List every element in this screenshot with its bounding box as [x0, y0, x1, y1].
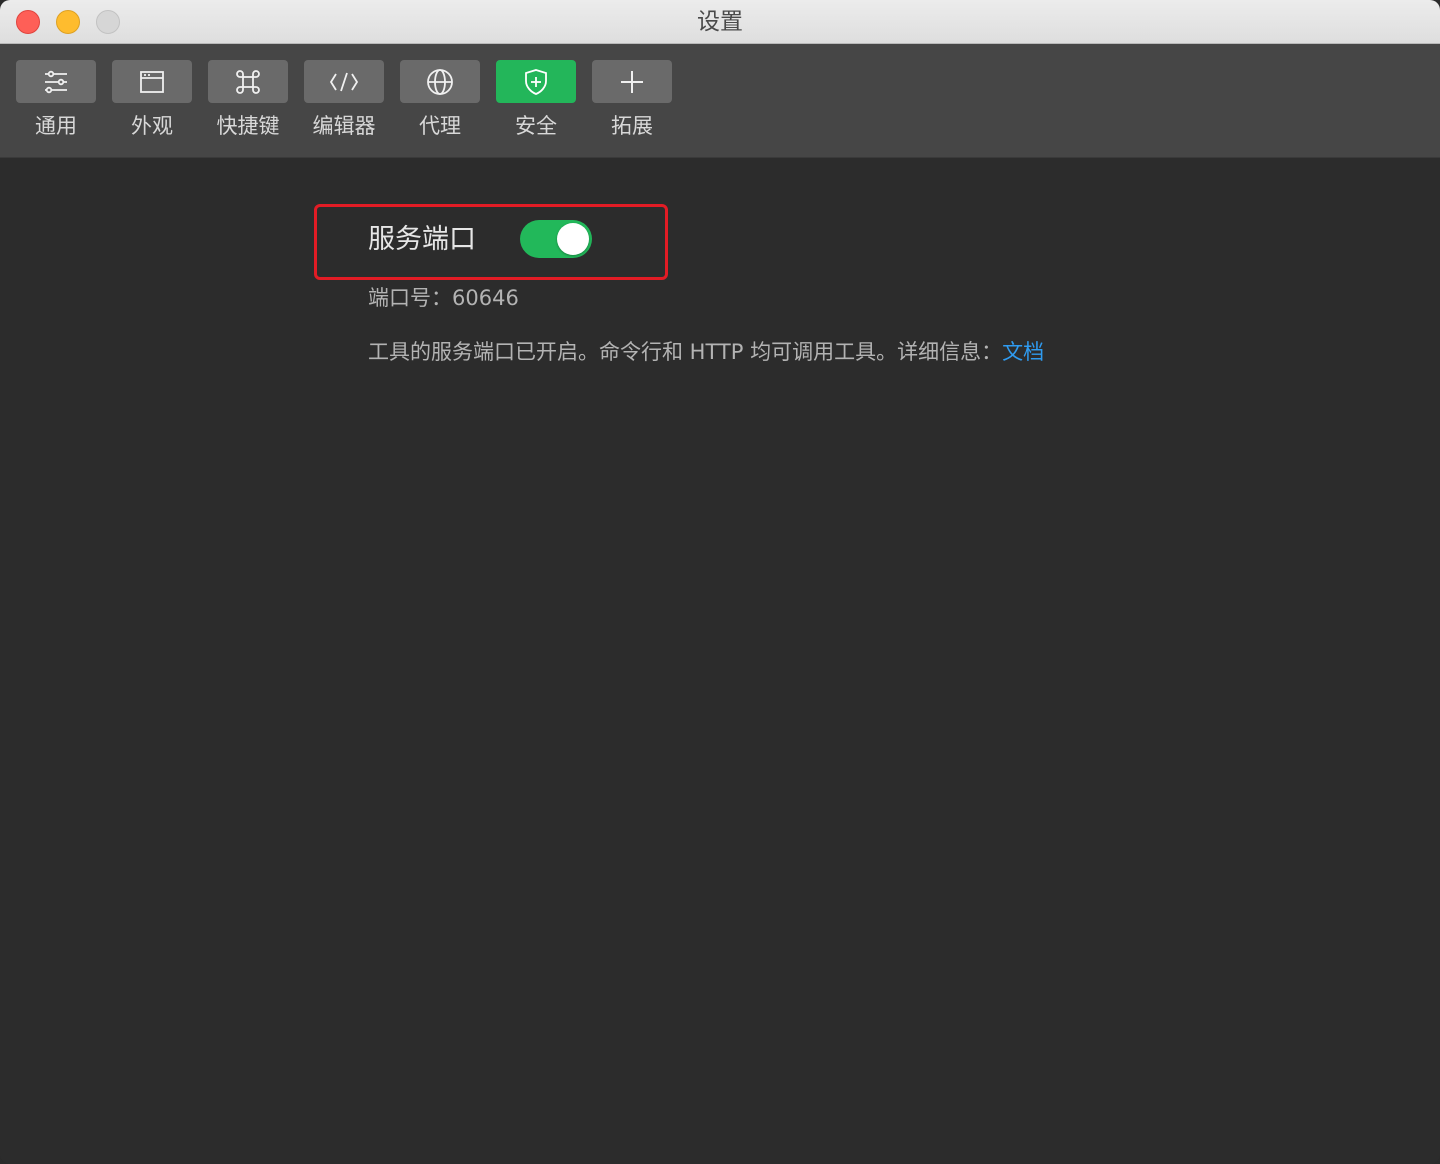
service-port-description: 工具的服务端口已开启。命令行和 HTTP 均可调用工具。详细信息：文档 — [368, 338, 1044, 366]
tab-shortcuts-button[interactable] — [208, 60, 288, 103]
tab-editor[interactable]: 编辑器 — [304, 60, 384, 150]
window-icon — [140, 70, 164, 93]
plus-icon — [621, 70, 643, 93]
tab-general-button[interactable] — [16, 60, 96, 103]
tab-appearance[interactable]: 外观 — [112, 60, 192, 150]
shield-plus-icon — [525, 68, 547, 95]
title-bar: 设置 — [0, 0, 1440, 44]
command-key-icon — [236, 69, 260, 94]
tab-editor-label: 编辑器 — [312, 114, 376, 138]
tab-general-label: 通用 — [35, 114, 77, 138]
tab-editor-button[interactable] — [304, 60, 384, 103]
description-text: 工具的服务端口已开启。命令行和 HTTP 均可调用工具。详细信息： — [368, 340, 1003, 364]
tab-security-button[interactable] — [496, 60, 576, 103]
tab-extensions-button[interactable] — [592, 60, 672, 103]
documentation-link[interactable]: 文档 — [1002, 340, 1044, 364]
tab-proxy-button[interactable] — [400, 60, 480, 103]
tab-extensions[interactable]: 拓展 — [592, 60, 672, 150]
tab-appearance-label: 外观 — [131, 114, 173, 138]
code-icon — [329, 72, 359, 91]
tab-proxy[interactable]: 代理 — [400, 60, 480, 150]
tab-shortcuts[interactable]: 快捷键 — [208, 60, 288, 150]
tab-extensions-label: 拓展 — [611, 114, 653, 138]
globe-icon — [427, 68, 453, 95]
service-port-label: 服务端口 — [368, 224, 476, 255]
tab-security[interactable]: 安全 — [496, 60, 576, 150]
tab-security-label: 安全 — [515, 114, 557, 138]
toggle-knob — [557, 223, 589, 255]
tab-proxy-label: 代理 — [419, 114, 461, 138]
port-number-text: 端口号：60646 — [368, 286, 519, 310]
tab-general[interactable]: 通用 — [16, 60, 96, 150]
service-port-toggle[interactable] — [520, 220, 592, 258]
settings-window: 设置 通用 外观 快捷键 编辑器 代理 安全 拓展 服务端口 端口号：60646… — [0, 0, 1440, 1164]
security-panel: 服务端口 端口号：60646 工具的服务端口已开启。命令行和 HTTP 均可调用… — [0, 158, 1440, 1164]
settings-toolbar: 通用 外观 快捷键 编辑器 代理 安全 拓展 — [0, 44, 1440, 158]
tab-appearance-button[interactable] — [112, 60, 192, 103]
tab-shortcuts-label: 快捷键 — [216, 114, 280, 138]
window-title: 设置 — [697, 9, 743, 35]
sliders-icon — [45, 70, 67, 93]
